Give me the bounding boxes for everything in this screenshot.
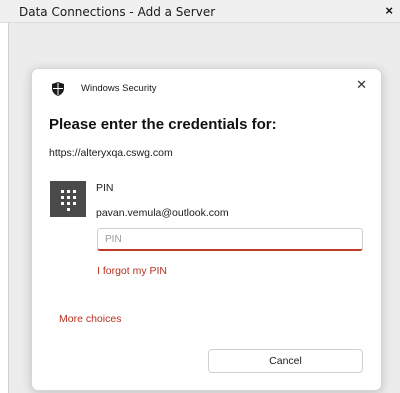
close-icon[interactable]: ✕ — [356, 77, 367, 93]
windows-security-dialog: Windows Security ✕ Please enter the cred… — [31, 68, 382, 391]
credential-type-label: PIN — [96, 182, 114, 194]
dialog-heading: Please enter the credentials for: — [49, 116, 277, 133]
outer-window-close-button[interactable]: × — [385, 3, 393, 18]
dialog-app-name: Windows Security — [81, 83, 157, 94]
cancel-button[interactable]: Cancel — [208, 349, 363, 373]
more-choices-link[interactable]: More choices — [59, 313, 121, 325]
pin-input[interactable] — [97, 228, 363, 251]
forgot-pin-link[interactable]: I forgot my PIN — [97, 265, 167, 277]
outer-window-title: Data Connections - Add a Server — [19, 5, 216, 19]
shield-icon — [52, 82, 64, 96]
pin-keypad-icon — [50, 181, 86, 217]
account-email: pavan.vemula@outlook.com — [96, 207, 229, 219]
target-url: https://alteryxqa.cswg.com — [49, 147, 173, 159]
outer-window-titlebar: Data Connections - Add a Server × — [0, 0, 400, 23]
